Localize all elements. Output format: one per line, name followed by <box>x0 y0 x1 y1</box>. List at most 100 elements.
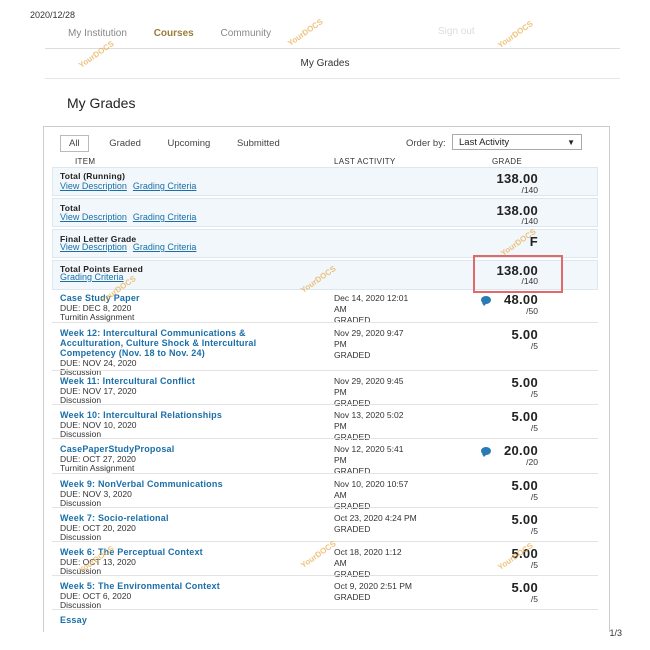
item-score: 5.00 <box>511 478 538 493</box>
filter-upcoming[interactable]: Upcoming <box>168 138 211 149</box>
grading-criteria-link[interactable]: Grading Criteria <box>133 181 197 191</box>
item-score: 5.00 <box>511 327 538 342</box>
item-outof: /5 <box>530 423 538 433</box>
item-last-activity: AM <box>334 490 347 500</box>
item-outof: /5 <box>530 594 538 604</box>
item-last-activity: Nov 12, 2020 5:41 <box>334 444 404 454</box>
row-divider <box>52 575 598 576</box>
item-score: 5.00 <box>511 409 538 424</box>
view-description-link[interactable]: View Description <box>60 181 127 191</box>
item-outof: /5 <box>530 492 538 502</box>
item-score: 48.00 <box>503 292 538 307</box>
row-divider <box>52 322 598 323</box>
total-row-score: 138.00 <box>496 171 538 186</box>
item-last-activity: Oct 18, 2020 1:12 <box>334 547 402 557</box>
item-last-activity: PM <box>334 387 347 397</box>
row-divider <box>52 438 598 439</box>
nav-my-institution[interactable]: My Institution <box>68 28 127 39</box>
item-last-activity: GRADED <box>334 501 371 511</box>
breadcrumb: My Grades <box>300 58 350 69</box>
total-row-links: View Description Grading Criteria <box>60 212 202 222</box>
item-last-activity: GRADED <box>334 569 371 579</box>
item-last-activity: GRADED <box>334 315 371 325</box>
order-by-label: Order by: <box>406 138 446 149</box>
item-last-activity: GRADED <box>334 398 371 408</box>
page-title: My Grades <box>67 95 136 111</box>
row-divider <box>52 507 598 508</box>
nav-courses[interactable]: Courses <box>154 28 194 39</box>
item-last-activity: AM <box>334 304 347 314</box>
total-row-links: Grading Criteria <box>60 272 130 282</box>
grading-criteria-link[interactable]: Grading Criteria <box>133 212 197 222</box>
nav-community[interactable]: Community <box>221 28 272 39</box>
item-outof: /5 <box>530 526 538 536</box>
order-by-value: Last Activity <box>459 137 510 148</box>
row-divider <box>52 404 598 405</box>
item-score: 20.00 <box>503 443 538 458</box>
item-last-activity: GRADED <box>334 350 371 360</box>
item-type: Turnitin Assignment <box>60 463 135 473</box>
item-title[interactable]: Week 9: NonVerbal Communications <box>60 479 223 489</box>
item-title[interactable]: Essay <box>60 615 87 625</box>
item-title[interactable]: Acculturation, Culture Shock & Intercult… <box>60 338 256 348</box>
item-last-activity: Nov 29, 2020 9:45 <box>334 376 404 386</box>
item-last-activity: GRADED <box>334 466 371 476</box>
comment-icon[interactable] <box>481 296 491 306</box>
total-row-outof: /140 <box>521 216 538 226</box>
item-last-activity: Dec 14, 2020 12:01 <box>334 293 409 303</box>
column-header-grade: GRADE <box>492 157 522 166</box>
view-description-link[interactable]: View Description <box>60 242 127 252</box>
row-divider <box>52 473 598 474</box>
row-divider <box>52 609 598 610</box>
item-last-activity: PM <box>334 421 347 431</box>
grading-criteria-link[interactable]: Grading Criteria <box>133 242 197 252</box>
total-row-name: Total (Running) <box>60 171 126 181</box>
total-row-links: View Description Grading Criteria <box>60 181 202 191</box>
item-last-activity: Oct 9, 2020 2:51 PM <box>334 581 412 591</box>
item-outof: /20 <box>526 457 538 467</box>
item-last-activity: PM <box>334 455 347 465</box>
page-number: 1/3 <box>609 628 622 638</box>
filter-submitted[interactable]: Submitted <box>237 138 280 149</box>
grade-filters: All Graded Upcoming Submitted <box>60 135 304 152</box>
item-title[interactable]: Week 10: Intercultural Relationships <box>60 410 222 420</box>
item-title[interactable]: Week 11: Intercultural Conflict <box>60 376 195 386</box>
row-divider <box>52 541 598 542</box>
item-title[interactable]: Week 6: The Perceptual Context <box>60 547 203 557</box>
order-by-select[interactable]: Last Activity ▼ <box>452 134 582 150</box>
logout-link[interactable]: Sign out <box>438 26 638 37</box>
item-type: Turnitin Assignment <box>60 312 135 322</box>
item-last-activity: AM <box>334 558 347 568</box>
item-last-activity: Nov 13, 2020 5:02 <box>334 410 404 420</box>
view-description-link[interactable]: View Description <box>60 212 127 222</box>
column-header-last-activity: LAST ACTIVITY <box>334 157 396 166</box>
item-last-activity: Nov 10, 2020 10:57 <box>334 479 409 489</box>
comment-icon[interactable] <box>481 447 491 457</box>
nav-divider <box>45 48 620 49</box>
chevron-down-icon: ▼ <box>567 138 575 147</box>
item-title[interactable]: Competency (Nov. 18 to Nov. 24) <box>60 348 205 358</box>
item-outof: /5 <box>530 341 538 351</box>
grading-criteria-link[interactable]: Grading Criteria <box>60 272 124 282</box>
item-outof: /50 <box>526 306 538 316</box>
column-header-item: ITEM <box>75 157 96 166</box>
top-navigation: My Institution Courses Community Sign ou… <box>68 26 475 39</box>
highlight-box <box>473 255 563 293</box>
filter-all[interactable]: All <box>60 135 89 152</box>
filter-graded[interactable]: Graded <box>109 138 141 149</box>
item-last-activity: GRADED <box>334 592 371 602</box>
item-last-activity: GRADED <box>334 524 371 534</box>
print-date: 2020/12/28 <box>30 10 76 20</box>
item-score: 5.00 <box>511 375 538 390</box>
total-row-links: View Description Grading Criteria <box>60 242 202 252</box>
item-outof: /5 <box>530 389 538 399</box>
item-title[interactable]: Week 5: The Environmental Context <box>60 581 220 591</box>
item-score: 5.00 <box>511 580 538 595</box>
item-score: 5.00 <box>511 512 538 527</box>
item-title[interactable]: Week 12: Intercultural Communications & <box>60 328 246 338</box>
breadcrumb-divider <box>45 78 620 79</box>
item-title[interactable]: CasePaperStudyProposal <box>60 444 174 454</box>
row-divider <box>52 370 598 371</box>
item-last-activity: GRADED <box>334 432 371 442</box>
item-title[interactable]: Week 7: Socio-relational <box>60 513 169 523</box>
